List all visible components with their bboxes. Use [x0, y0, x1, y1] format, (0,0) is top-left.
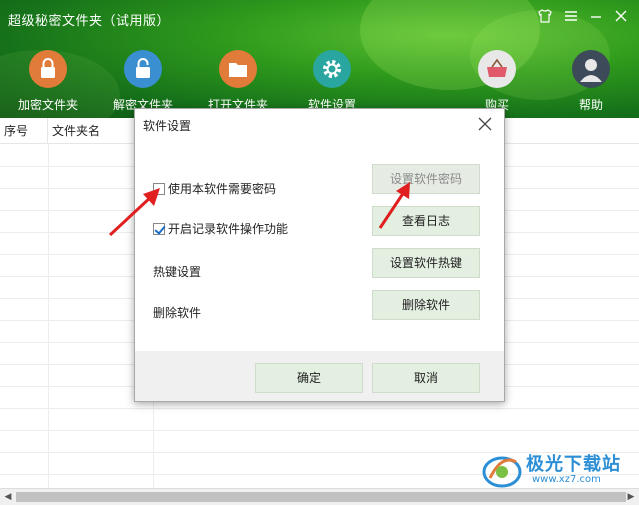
enable-logging-option[interactable]: 开启记录软件操作功能 [153, 220, 288, 237]
watermark-url: www.xz7.com [532, 474, 601, 485]
require-password-option[interactable]: 使用本软件需要密码 [153, 180, 276, 197]
option-label: 开启记录软件操作功能 [168, 222, 289, 236]
scroll-left-icon[interactable]: ◀ [0, 489, 16, 505]
buy-button[interactable]: 购买 [457, 50, 537, 112]
basket-icon [478, 50, 516, 88]
watermark: 极光下载站 www.xz7.com [480, 448, 639, 492]
red-arrow-icon [108, 188, 160, 237]
dialog-body: 使用本软件需要密码 设置软件密码 开启记录软件操作功能 查看日志 热键设置 设置… [135, 141, 504, 351]
scrollbar-thumb[interactable] [16, 492, 626, 502]
table-row [0, 408, 639, 431]
encrypt-folder-button[interactable]: 加密文件夹 [8, 50, 88, 112]
shirt-icon[interactable] [535, 8, 555, 28]
toolbar-label: 加密文件夹 [17, 98, 78, 112]
help-button[interactable]: 帮助 [551, 50, 631, 112]
settings-dialog: 软件设置 使用本软件需要密码 设置软件密码 开启记录软件操作功能 查看日志 热键… [134, 108, 505, 402]
open-folder-button[interactable]: 打开文件夹 [198, 50, 278, 112]
aurora-logo-icon [482, 456, 522, 488]
delete-software-label: 删除软件 [153, 306, 202, 320]
option-label: 使用本软件需要密码 [168, 182, 277, 196]
column-header-index[interactable]: 序号 [0, 118, 48, 144]
cancel-button[interactable]: 取消 [372, 363, 480, 393]
toolbar-label: 帮助 [578, 98, 603, 112]
folder-icon [219, 50, 257, 88]
decrypt-folder-button[interactable]: 解密文件夹 [103, 50, 183, 112]
menu-icon[interactable] [561, 8, 581, 28]
unlock-icon [124, 50, 162, 88]
delete-software-button[interactable]: 删除软件 [372, 290, 480, 320]
gear-icon [313, 50, 351, 88]
dialog-close-icon[interactable] [474, 113, 496, 135]
app-title: 超级秘密文件夹（试用版） [8, 14, 171, 29]
settings-button[interactable]: 软件设置 [292, 50, 372, 112]
dialog-footer: 确定 取消 [135, 351, 504, 401]
red-arrow-icon [378, 182, 410, 229]
header-banner: 超级秘密文件夹（试用版） 加密文件夹 解密文件夹 打开文件夹 软件设置 购买 帮… [0, 0, 639, 118]
minimize-icon[interactable] [586, 8, 606, 28]
set-hotkey-button[interactable]: 设置软件热键 [372, 248, 480, 278]
user-icon [572, 50, 610, 88]
watermark-brand: 极光下载站 [526, 454, 621, 475]
dialog-title: 软件设置 [143, 119, 192, 133]
close-icon[interactable] [611, 8, 631, 28]
dialog-titlebar: 软件设置 [135, 109, 504, 141]
ok-button[interactable]: 确定 [255, 363, 363, 393]
hotkey-setting-label: 热键设置 [153, 265, 202, 279]
lock-icon [29, 50, 67, 88]
